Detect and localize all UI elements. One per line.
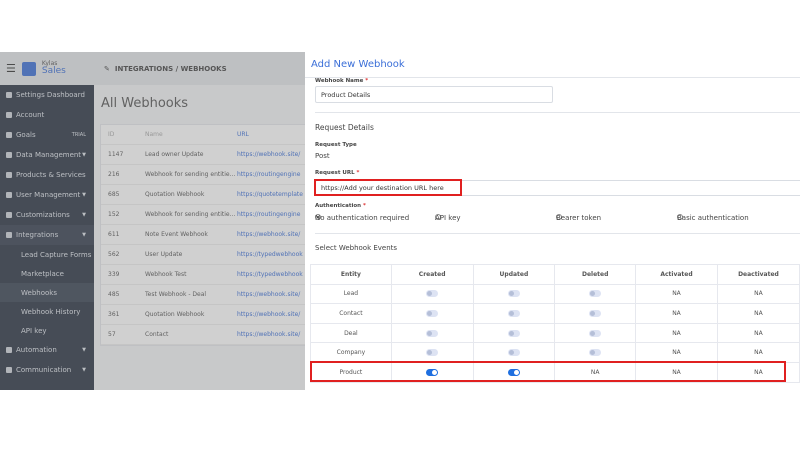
created-cell bbox=[390, 342, 474, 363]
deleted-cell bbox=[554, 283, 637, 305]
webhook-name-label: Webhook Name * bbox=[315, 78, 369, 84]
event-row-lead: Lead NA NA bbox=[310, 283, 800, 305]
webhook-name-input[interactable]: Product Details bbox=[315, 86, 553, 103]
add-webhook-panel: Add New Webhook Webhook Name * Product D… bbox=[305, 52, 800, 390]
updated-cell bbox=[472, 283, 556, 305]
deactivated-cell: NA bbox=[716, 283, 800, 305]
events-header-row: Entity Created Updated Deleted Activated Deac… bbox=[310, 264, 800, 285]
activated-cell: NA bbox=[635, 303, 718, 324]
deleted-toggle[interactable] bbox=[589, 329, 602, 337]
entity-cell: Lead bbox=[310, 283, 392, 305]
event-row-company: Company NA NA bbox=[310, 342, 800, 363]
created-toggle[interactable] bbox=[426, 309, 439, 317]
request-type-label: Request Type bbox=[315, 142, 357, 148]
deactivated-cell: NA bbox=[716, 303, 800, 324]
events-column-header: Deactivated bbox=[716, 264, 800, 285]
deleted-cell bbox=[554, 303, 637, 324]
updated-toggle[interactable] bbox=[507, 290, 520, 298]
url-highlight-box bbox=[314, 179, 462, 196]
event-row-deal: Deal NA NA bbox=[310, 322, 800, 344]
activated-cell: NA bbox=[635, 283, 718, 305]
deleted-toggle[interactable] bbox=[589, 349, 602, 357]
updated-cell bbox=[472, 303, 556, 324]
request-details-heading: Request Details bbox=[315, 123, 374, 132]
activated-cell: NA bbox=[635, 342, 718, 363]
entity-cell: Contact bbox=[310, 303, 392, 324]
modal-backdrop[interactable] bbox=[0, 52, 305, 390]
created-cell bbox=[390, 322, 474, 344]
events-column-header: Created bbox=[390, 264, 474, 285]
created-cell bbox=[390, 283, 474, 305]
request-url-label: Request URL * bbox=[315, 170, 360, 176]
events-column-header: Deleted bbox=[554, 264, 637, 285]
events-column-header: Updated bbox=[472, 264, 556, 285]
events-column-header: Entity bbox=[310, 264, 392, 285]
activated-cell: NA bbox=[635, 322, 718, 344]
deactivated-cell: NA bbox=[716, 322, 800, 344]
updated-toggle[interactable] bbox=[507, 349, 520, 357]
screenshot-area: ☰ Kylas Sales Settings Dashboard Account Go… bbox=[0, 52, 800, 390]
authentication-label: Authentication * bbox=[315, 203, 366, 209]
updated-toggle[interactable] bbox=[507, 329, 520, 337]
updated-cell bbox=[472, 342, 556, 363]
created-cell bbox=[390, 303, 474, 324]
entity-cell: Deal bbox=[310, 322, 392, 344]
deleted-cell bbox=[554, 322, 637, 344]
created-toggle[interactable] bbox=[426, 329, 439, 337]
request-type-value: Post bbox=[315, 152, 330, 160]
deactivated-cell: NA bbox=[716, 342, 800, 363]
deleted-toggle[interactable] bbox=[589, 290, 602, 298]
updated-toggle[interactable] bbox=[507, 309, 520, 317]
event-row-contact: Contact NA NA bbox=[310, 303, 800, 324]
created-toggle[interactable] bbox=[426, 349, 439, 357]
deleted-toggle[interactable] bbox=[589, 309, 602, 317]
created-toggle[interactable] bbox=[426, 290, 439, 298]
updated-cell bbox=[472, 322, 556, 344]
deleted-cell bbox=[554, 342, 637, 363]
modal-title: Add New Webhook bbox=[311, 59, 405, 70]
product-row-highlight bbox=[310, 361, 786, 382]
events-column-header: Activated bbox=[635, 264, 718, 285]
events-heading: Select Webhook Events bbox=[315, 244, 398, 252]
entity-cell: Company bbox=[310, 342, 392, 363]
